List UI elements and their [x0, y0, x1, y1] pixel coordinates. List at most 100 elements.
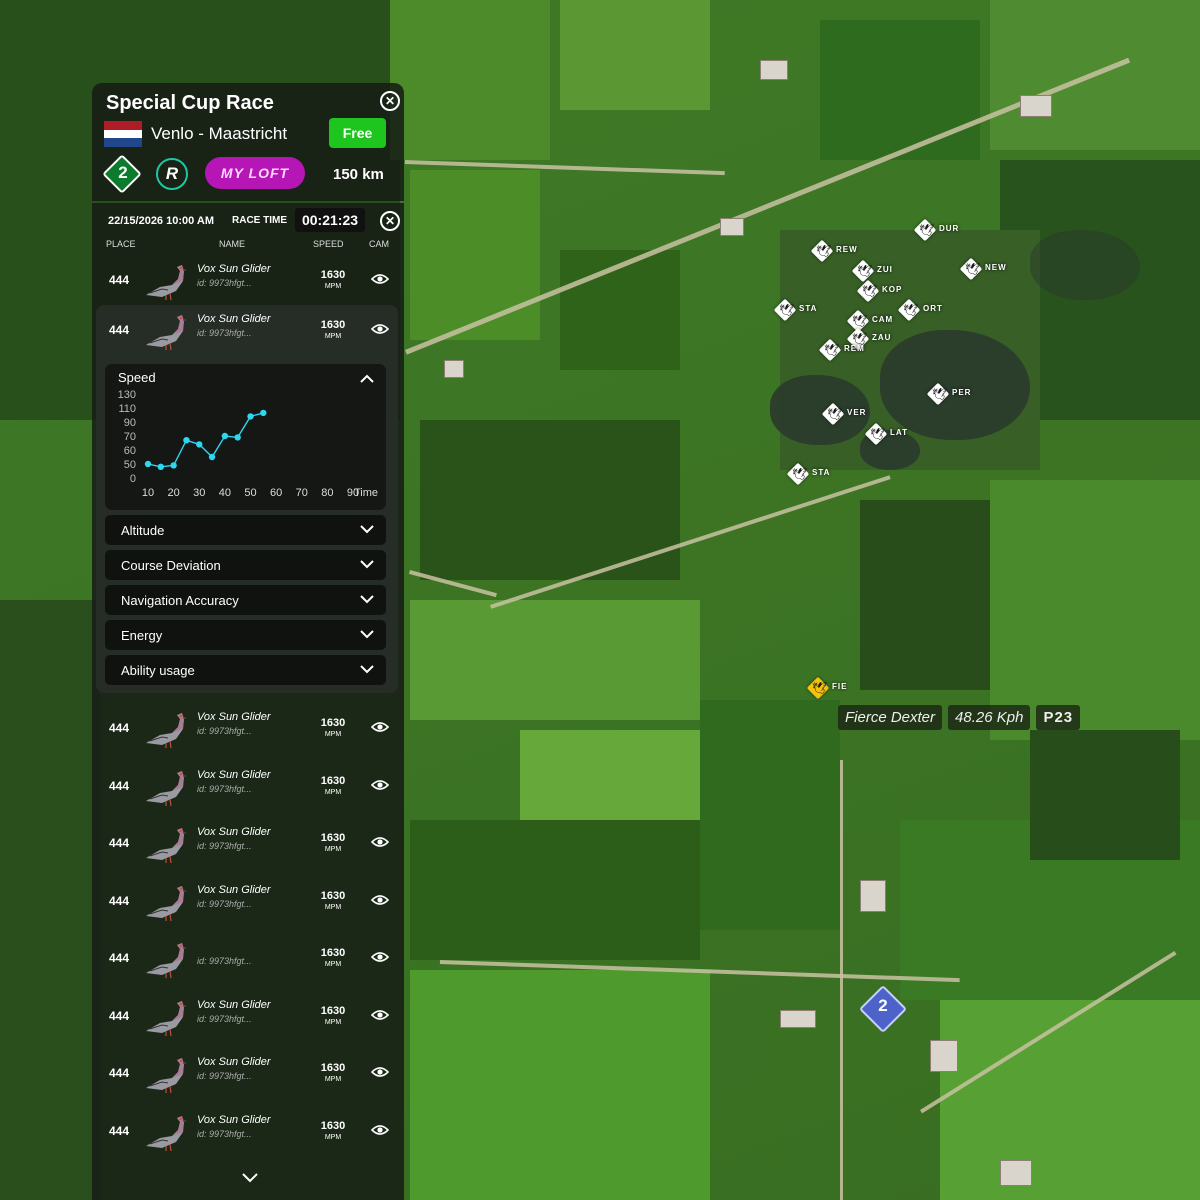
row-pigeon-name: Vox Sun Glider — [197, 1056, 271, 1068]
row-pigeon-name: Vox Sun Glider — [197, 1114, 271, 1126]
pigeon-marker[interactable]: 🕊 REW — [810, 239, 857, 263]
pigeon-marker[interactable]: 🕊 NEW — [959, 257, 1006, 281]
section-course-deviation[interactable]: Course Deviation — [105, 550, 386, 580]
tier-badge-number: 2 — [118, 163, 128, 182]
chevron-down-icon[interactable] — [360, 525, 374, 534]
pigeon-info-card[interactable]: Fierce Dexter 48.26 Kph P23 — [838, 705, 1081, 730]
speed-data-point — [170, 462, 177, 469]
table-row[interactable]: 444 Vox Sun Glider id: 9973hfgt... 1630 … — [92, 991, 404, 1041]
speed-data-point — [144, 460, 152, 468]
eye-icon[interactable] — [370, 1065, 390, 1079]
pigeon-avatar — [142, 880, 188, 922]
bird-icon: 🕊 — [792, 467, 808, 481]
chevron-down-icon[interactable] — [360, 560, 374, 569]
field — [820, 20, 980, 160]
table-row[interactable]: 444 Vox Sun Glider id: 9973hfgt... 1630 … — [92, 255, 404, 305]
pigeon-position: P23 — [1036, 705, 1081, 730]
close-icon[interactable]: ✕ — [380, 91, 400, 111]
section-navigation-accuracy[interactable]: Navigation Accuracy — [105, 585, 386, 615]
pigeon-marker[interactable]: 🕊 REM — [818, 338, 864, 362]
chevron-down-icon[interactable] — [360, 630, 374, 639]
forest-area — [0, 600, 100, 1200]
eye-icon[interactable] — [370, 322, 390, 336]
eye-icon[interactable] — [370, 720, 390, 734]
pigeon-detail-expanded: 444 Vox Sun Glider id: 9973hfgt... 1630 … — [96, 305, 398, 693]
forest-area — [1030, 730, 1180, 860]
row-speed: 1630 — [320, 775, 346, 787]
speed-chart-plot: 05060709011013010 20 30 40 50 60 70 80 90Time — [118, 389, 378, 499]
my-loft-button[interactable]: MY LOFT — [205, 157, 305, 189]
highlighted-pigeon-marker[interactable]: 🕊 FIE — [806, 676, 846, 700]
race-time-label: RACE TIME — [232, 215, 287, 226]
close-icon[interactable]: ✕ — [380, 211, 400, 231]
chevron-down-icon[interactable] — [242, 1173, 258, 1183]
pigeon-marker[interactable]: 🕊 DUR — [913, 218, 958, 242]
row-pigeon-name: Vox Sun Glider — [197, 826, 271, 838]
pigeon-avatar — [142, 765, 188, 807]
pigeon-avatar — [142, 309, 188, 351]
eye-icon[interactable] — [370, 272, 390, 286]
table-row[interactable]: 444 id: 9973hfgt... 1630 MPM — [92, 933, 404, 983]
row-speed: 1630 — [320, 717, 346, 729]
pigeon-avatar — [142, 259, 188, 301]
eye-icon[interactable] — [370, 1123, 390, 1137]
building — [720, 218, 744, 236]
bird-icon: 🕊 — [812, 681, 828, 695]
bird-icon: 🕊 — [779, 303, 795, 317]
pigeon-marker[interactable]: 🕊 STA — [773, 298, 816, 322]
bird-icon: 🕊 — [965, 262, 981, 276]
field — [410, 820, 700, 960]
building — [1020, 95, 1052, 117]
y-tick-label: 90 — [124, 417, 136, 429]
table-row[interactable]: 444 Vox Sun Glider id: 9973hfgt... 1630 … — [92, 1106, 404, 1156]
eye-icon[interactable] — [370, 950, 390, 964]
chevron-down-icon[interactable] — [360, 595, 374, 604]
pigeon-marker[interactable]: 🕊 STA — [786, 462, 829, 486]
row-place: 444 — [109, 894, 130, 908]
table-row[interactable]: 444 Vox Sun Glider id: 9973hfgt... 1630 … — [92, 876, 404, 926]
marker-label: CAM — [872, 315, 894, 324]
pigeon-marker[interactable]: 🕊 KOP — [856, 279, 901, 303]
marker-label: KOP — [882, 285, 903, 294]
row-pigeon-id: id: 9973hfgt... — [197, 328, 252, 338]
building — [860, 880, 886, 912]
pigeon-marker[interactable]: 🕊 ZUI — [851, 259, 892, 283]
row-pigeon-name: Vox Sun Glider — [197, 263, 271, 275]
row-speed: 1630 — [320, 319, 346, 331]
r-logo-icon[interactable]: R — [156, 158, 188, 190]
loft-marker-number: 2 — [878, 996, 888, 1015]
race-distance: 150 km — [333, 166, 384, 183]
pigeon-speed: 48.26 Kph — [948, 705, 1031, 730]
speed-chart[interactable]: Speed 0 50 60 70 90 110 130 10 20 30 40 50 60 70 80 90 T… — [105, 364, 386, 510]
eye-icon[interactable] — [370, 835, 390, 849]
chevron-down-icon[interactable] — [360, 665, 374, 674]
table-row[interactable]: 444 Vox Sun Glider id: 9973hfgt... 1630 … — [92, 1048, 404, 1098]
pigeon-marker[interactable]: 🕊 ORT — [897, 298, 942, 322]
eye-icon[interactable] — [370, 893, 390, 907]
marker-label: VER — [847, 408, 867, 417]
pigeon-marker[interactable]: 🕊 VER — [821, 402, 865, 426]
table-row[interactable]: 444 Vox Sun Glider id: 9973hfgt... 1630 … — [92, 761, 404, 811]
road — [840, 760, 843, 1200]
row-pigeon-name: Vox Sun Glider — [197, 711, 271, 723]
eye-icon[interactable] — [370, 1008, 390, 1022]
table-row[interactable]: 444 Vox Sun Glider id: 9973hfgt... 1630 … — [92, 818, 404, 868]
marker-label: PER — [952, 388, 972, 397]
pigeon-marker[interactable]: 🕊 LAT — [864, 422, 907, 446]
x-tick-label: 80 — [321, 487, 333, 499]
table-row[interactable]: 444 Vox Sun Glider id: 9973hfgt... 1630 … — [92, 703, 404, 753]
section-altitude[interactable]: Altitude — [105, 515, 386, 545]
section-ability-usage[interactable]: Ability usage — [105, 655, 386, 685]
y-tick-label: 130 — [118, 389, 136, 401]
section-energy[interactable]: Energy — [105, 620, 386, 650]
row-pigeon-id: id: 9973hfgt... — [197, 1014, 252, 1024]
eye-icon[interactable] — [370, 778, 390, 792]
section-label: Altitude — [121, 523, 165, 538]
row-pigeon-id: id: 9973hfgt... — [197, 1071, 252, 1081]
building — [760, 60, 788, 80]
free-badge[interactable]: Free — [329, 118, 386, 148]
row-speed: 1630 — [320, 947, 346, 959]
table-row-expanded[interactable]: 444 Vox Sun Glider id: 9973hfgt... 1630 … — [92, 305, 404, 355]
pigeon-marker[interactable]: 🕊 PER — [926, 382, 970, 406]
field — [990, 480, 1200, 740]
